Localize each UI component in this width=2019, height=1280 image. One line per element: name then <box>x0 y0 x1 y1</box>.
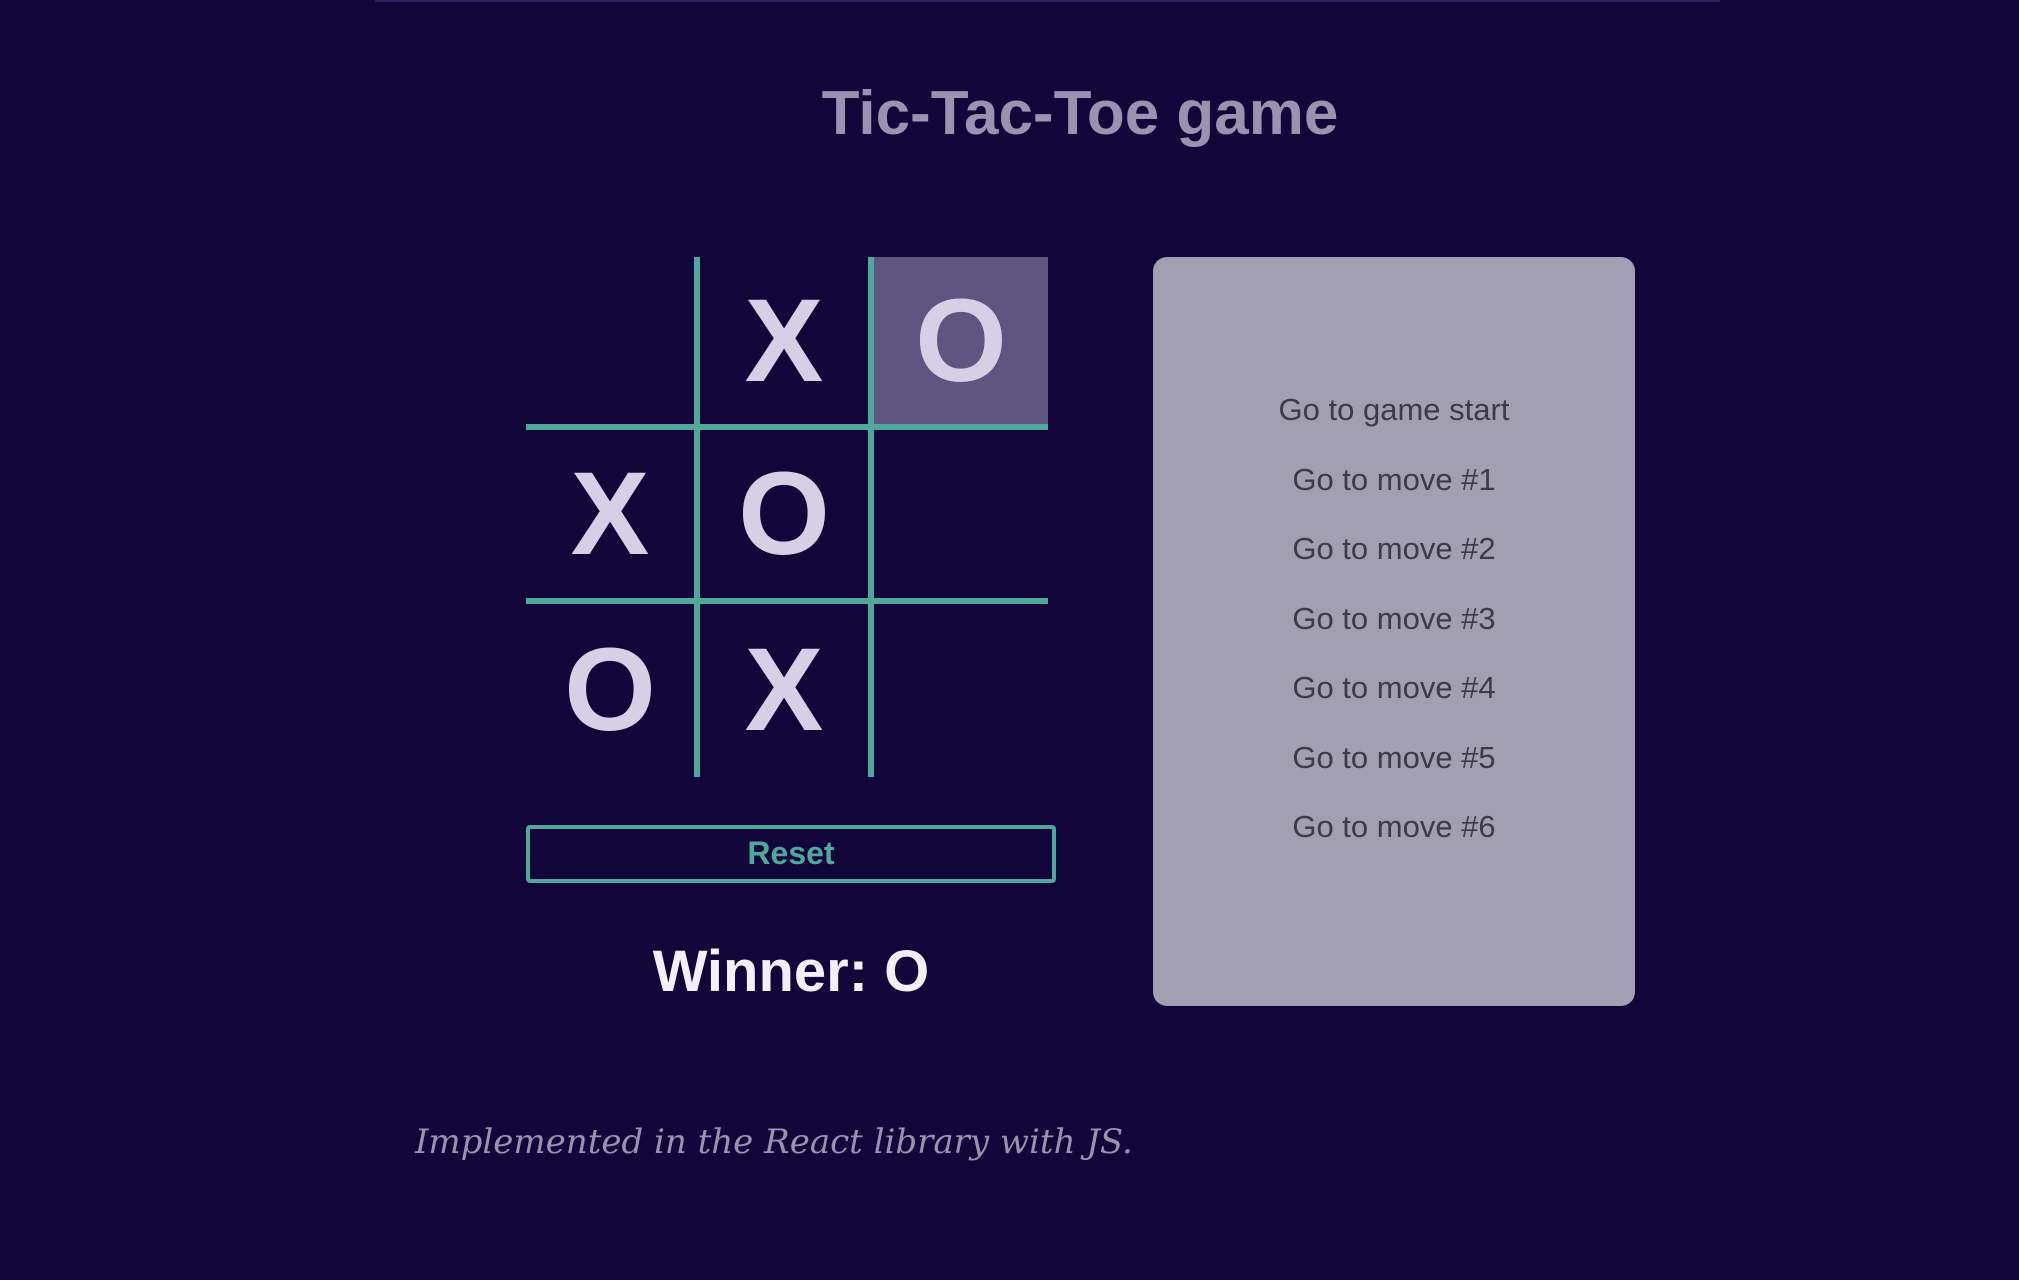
history-item-start[interactable]: Go to game start <box>1153 388 1635 458</box>
board-cell[interactable]: X <box>526 430 700 604</box>
board-cell[interactable]: X <box>700 603 874 777</box>
history-item-move-5[interactable]: Go to move #5 <box>1153 736 1635 806</box>
move-history-panel: Go to game start Go to move #1 Go to mov… <box>1153 257 1635 1006</box>
top-divider <box>375 0 1720 2</box>
board-cell[interactable] <box>874 430 1048 604</box>
game-status: Winner: O <box>652 939 930 1004</box>
board-cell[interactable]: O <box>700 430 874 604</box>
board-cell-winning[interactable]: O <box>874 257 1048 431</box>
history-item-move-3[interactable]: Go to move #3 <box>1153 597 1635 667</box>
reset-button[interactable]: Reset <box>526 825 1056 883</box>
board-cell[interactable]: X <box>700 257 874 431</box>
board-cell[interactable]: O <box>526 603 700 777</box>
history-item-move-4[interactable]: Go to move #4 <box>1153 666 1635 736</box>
history-item-move-1[interactable]: Go to move #1 <box>1153 458 1635 528</box>
board-cell[interactable] <box>874 604 1048 777</box>
board-cell[interactable] <box>526 257 700 431</box>
history-item-move-6[interactable]: Go to move #6 <box>1153 805 1635 875</box>
game-board: X O X O O X <box>526 257 1048 777</box>
page: Tic-Tac-Toe game X O X O O X Reset Winne… <box>0 0 2019 1280</box>
page-title: Tic-Tac-Toe game <box>821 79 1339 148</box>
history-item-move-2[interactable]: Go to move #2 <box>1153 527 1635 597</box>
footer-note: Implemented in the React library with JS… <box>415 1122 1133 1162</box>
